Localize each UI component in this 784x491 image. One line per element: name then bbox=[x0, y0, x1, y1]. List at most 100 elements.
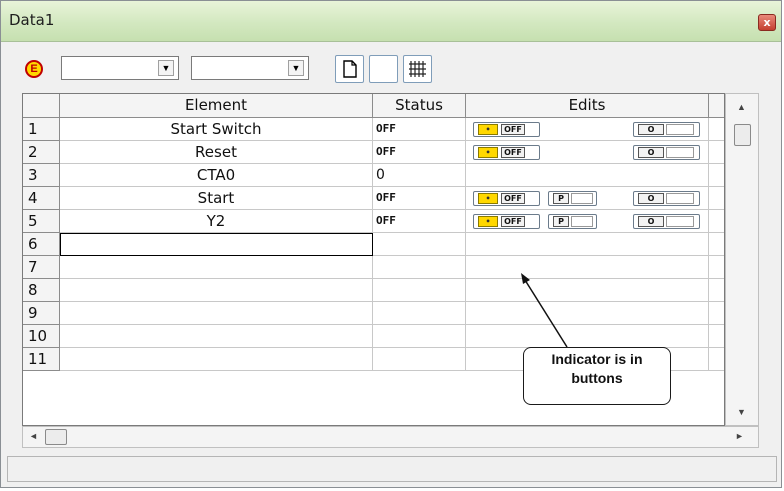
status-cell: OFF bbox=[373, 118, 466, 141]
spacer-cell bbox=[709, 325, 724, 348]
spacer-cell bbox=[709, 233, 724, 256]
row-number[interactable]: 6 bbox=[23, 233, 60, 256]
element-cell[interactable] bbox=[60, 279, 373, 302]
spacer-cell bbox=[709, 210, 724, 233]
spacer-cell bbox=[709, 279, 724, 302]
preset-value-field bbox=[571, 193, 593, 204]
bulb-icon: • bbox=[478, 216, 498, 227]
status-cell: OFF bbox=[373, 187, 466, 210]
edit-mode-icon[interactable]: E bbox=[25, 60, 43, 78]
element-cell[interactable]: CTA0 bbox=[60, 164, 373, 187]
timing-chart-button[interactable] bbox=[403, 55, 432, 83]
off-state-label: OFF bbox=[501, 193, 525, 204]
title-bar[interactable]: Data1 x bbox=[1, 1, 781, 42]
override-label: O bbox=[638, 147, 664, 158]
close-button[interactable]: x bbox=[758, 14, 776, 31]
chevron-down-icon[interactable]: ▼ bbox=[158, 60, 174, 76]
scroll-left-icon[interactable]: ◄ bbox=[29, 431, 38, 441]
element-cell[interactable]: Start bbox=[60, 187, 373, 210]
horizontal-scrollbar[interactable]: ◄ ► bbox=[22, 426, 759, 448]
edits-cell bbox=[466, 279, 709, 302]
column-header-edits[interactable]: Edits bbox=[466, 94, 709, 118]
bulb-icon: • bbox=[478, 124, 498, 135]
edits-cell bbox=[466, 302, 709, 325]
element-type-select[interactable]: ▼ bbox=[61, 56, 179, 80]
off-state-label: OFF bbox=[501, 147, 525, 158]
element-cell[interactable]: Y2 bbox=[60, 210, 373, 233]
new-document-icon bbox=[343, 60, 357, 78]
element-cell[interactable] bbox=[60, 325, 373, 348]
spacer-cell bbox=[709, 141, 724, 164]
preset-label: P bbox=[553, 193, 569, 204]
status-cell bbox=[373, 325, 466, 348]
element-cell[interactable]: Start Switch bbox=[60, 118, 373, 141]
row-number[interactable]: 8 bbox=[23, 279, 60, 302]
row-number[interactable]: 1 bbox=[23, 118, 60, 141]
bulb-icon: • bbox=[478, 147, 498, 158]
toolbar: E ▼ ▼ bbox=[17, 53, 777, 83]
edits-cell bbox=[466, 164, 709, 187]
spacer-cell bbox=[709, 348, 724, 371]
indicator-toggle-button[interactable]: • OFF bbox=[473, 145, 540, 160]
edits-cell: • OFF O bbox=[466, 118, 709, 141]
status-cell: OFF bbox=[373, 210, 466, 233]
off-state-label: OFF bbox=[501, 216, 525, 227]
status-cell bbox=[373, 279, 466, 302]
override-value-field bbox=[666, 193, 694, 204]
status-cell bbox=[373, 302, 466, 325]
indicator-toggle-button[interactable]: • OFF bbox=[473, 191, 540, 206]
row-number[interactable]: 4 bbox=[23, 187, 60, 210]
override-label: O bbox=[638, 193, 664, 204]
vertical-scroll-thumb[interactable] bbox=[734, 124, 751, 146]
status-cell: 0 bbox=[373, 164, 466, 187]
edits-cell bbox=[466, 233, 709, 256]
override-button[interactable]: O bbox=[633, 191, 700, 206]
column-header-element[interactable]: Element bbox=[60, 94, 373, 118]
preset-label: P bbox=[553, 216, 569, 227]
edits-cell: • OFF O bbox=[466, 141, 709, 164]
element-cell[interactable] bbox=[60, 256, 373, 279]
override-label: O bbox=[638, 216, 664, 227]
override-button[interactable]: O bbox=[633, 145, 700, 160]
spacer-cell bbox=[709, 302, 724, 325]
status-cell bbox=[373, 256, 466, 279]
row-number[interactable]: 11 bbox=[23, 348, 60, 371]
spacer-cell bbox=[709, 187, 724, 210]
row-number[interactable]: 5 bbox=[23, 210, 60, 233]
override-button[interactable]: O bbox=[633, 214, 700, 229]
row-number[interactable]: 3 bbox=[23, 164, 60, 187]
row-number[interactable]: 2 bbox=[23, 141, 60, 164]
column-header-spacer bbox=[709, 94, 724, 118]
preset-button[interactable]: P bbox=[548, 214, 597, 229]
blank-button[interactable] bbox=[369, 55, 398, 83]
override-button[interactable]: O bbox=[633, 122, 700, 137]
status-cell bbox=[373, 233, 466, 256]
row-number[interactable]: 7 bbox=[23, 256, 60, 279]
scroll-up-icon[interactable]: ▲ bbox=[737, 102, 746, 112]
scroll-down-icon[interactable]: ▼ bbox=[737, 407, 746, 417]
format-select[interactable]: ▼ bbox=[191, 56, 309, 80]
preset-button[interactable]: P bbox=[548, 191, 597, 206]
vertical-scrollbar[interactable]: ▲ ▼ bbox=[725, 93, 759, 426]
preset-value-field bbox=[571, 216, 593, 227]
edits-cell bbox=[466, 325, 709, 348]
status-cell: OFF bbox=[373, 141, 466, 164]
chevron-down-icon[interactable]: ▼ bbox=[288, 60, 304, 76]
column-header-status[interactable]: Status bbox=[373, 94, 466, 118]
element-cell-selected[interactable] bbox=[60, 233, 373, 256]
row-number[interactable]: 9 bbox=[23, 302, 60, 325]
indicator-toggle-button[interactable]: • OFF bbox=[473, 122, 540, 137]
element-cell[interactable]: Reset bbox=[60, 141, 373, 164]
horizontal-scroll-thumb[interactable] bbox=[45, 429, 67, 445]
row-number[interactable]: 10 bbox=[23, 325, 60, 348]
indicator-toggle-button[interactable]: • OFF bbox=[473, 214, 540, 229]
callout-line-1: Indicator is in bbox=[551, 351, 643, 367]
element-cell[interactable] bbox=[60, 302, 373, 325]
edits-cell: • OFF P O bbox=[466, 187, 709, 210]
window-title: Data1 bbox=[9, 11, 55, 29]
edits-cell: • OFF P O bbox=[466, 210, 709, 233]
scroll-right-icon[interactable]: ► bbox=[735, 431, 744, 441]
new-document-button[interactable] bbox=[335, 55, 364, 83]
element-cell[interactable] bbox=[60, 348, 373, 371]
corner-header bbox=[23, 94, 60, 118]
